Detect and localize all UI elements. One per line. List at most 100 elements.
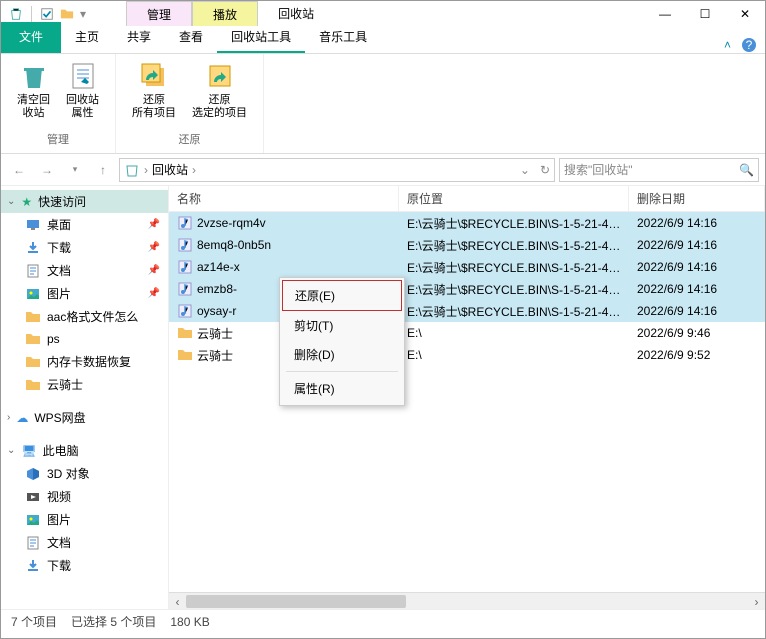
navigation-sidebar: ⌄ ★ 快速访问 桌面📌下载📌文档📌图片📌aac格式文件怎么ps内存卡数据恢复云… <box>1 186 169 609</box>
sidebar-item[interactable]: 图片📌 <box>1 282 168 305</box>
breadcrumb-sep[interactable]: › <box>192 163 196 177</box>
ribbon-label: 清空回收站 <box>17 94 50 120</box>
sidebar-label: 桌面 <box>47 216 71 233</box>
maximize-button[interactable]: ☐ <box>685 1 725 26</box>
qat-dropdown[interactable]: ▾ <box>80 7 86 21</box>
recycle-bin-icon <box>9 7 23 21</box>
file-row[interactable]: oysay-rE:\云骑士\$RECYCLE.BIN\S-1-5-21-42..… <box>169 300 765 322</box>
pc-icon: 🖥 <box>21 444 36 458</box>
scroll-left-button[interactable]: ‹ <box>169 593 186 610</box>
address-bar: ← → ▾ ↑ › 回收站 › ⌄ ↻ 搜索"回收站" 🔍 <box>1 154 765 186</box>
download-icon <box>25 240 41 256</box>
minimize-button[interactable]: — <box>645 1 685 26</box>
search-box[interactable]: 搜索"回收站" 🔍 <box>559 158 759 182</box>
file-row[interactable]: 8emq8-0nb5nE:\云骑士\$RECYCLE.BIN\S-1-5-21-… <box>169 234 765 256</box>
sidebar-quick-access[interactable]: ⌄ ★ 快速访问 <box>1 190 168 213</box>
menu-tab-0[interactable]: 主页 <box>61 22 113 53</box>
help-area: ˄ ? <box>724 37 757 53</box>
file-row[interactable]: emzb8-E:\云骑士\$RECYCLE.BIN\S-1-5-21-42...… <box>169 278 765 300</box>
sidebar-item[interactable]: 文档 <box>1 531 168 554</box>
sidebar-item[interactable]: ps <box>1 328 168 350</box>
menu-tab-2[interactable]: 查看 <box>165 22 217 53</box>
sidebar-label: 视频 <box>47 488 71 505</box>
file-row[interactable]: az14e-xE:\云骑士\$RECYCLE.BIN\S-1-5-21-42..… <box>169 256 765 278</box>
forward-button[interactable]: → <box>35 158 59 182</box>
context-menu-item[interactable]: 还原(E) <box>282 280 402 311</box>
sidebar-item[interactable]: 3D 对象 <box>1 462 168 485</box>
label: WPS网盘 <box>34 409 85 426</box>
ribbon-button[interactable]: 还原所有项目 <box>126 58 182 122</box>
file-name: oysay-r <box>197 304 236 318</box>
sidebar-item[interactable]: 桌面 📌 <box>1 213 168 236</box>
sidebar-item[interactable]: 内存卡数据恢复 <box>1 350 168 373</box>
ribbon-group: 清空回收站回收站属性管理 <box>1 54 116 153</box>
sidebar-item[interactable]: 视频 <box>1 485 168 508</box>
search-placeholder: 搜索"回收站" <box>564 161 739 178</box>
pin-icon: 📌 <box>148 242 160 253</box>
ribbon-button[interactable]: 回收站属性 <box>60 58 105 122</box>
menu-tab-1[interactable]: 共享 <box>113 22 165 53</box>
ribbon-label: 还原选定的项目 <box>192 94 247 120</box>
context-menu-item[interactable]: 属性(R) <box>282 374 402 403</box>
sidebar-label: 图片 <box>47 511 71 528</box>
scroll-thumb[interactable] <box>186 595 406 608</box>
video-icon <box>25 489 41 505</box>
recycle-bin-icon <box>124 162 140 178</box>
file-name: emzb8- <box>197 282 237 296</box>
scroll-right-button[interactable]: › <box>748 593 765 610</box>
sidebar-item[interactable]: 文档📌 <box>1 259 168 282</box>
help-icon[interactable]: ? <box>741 37 757 53</box>
column-name[interactable]: 名称 <box>169 186 399 211</box>
ribbon-button[interactable]: 还原选定的项目 <box>186 58 253 122</box>
cell-location: E:\云骑士\$RECYCLE.BIN\S-1-5-21-42... <box>399 215 629 232</box>
breadcrumb-sep[interactable]: › <box>144 163 148 177</box>
3d-icon <box>25 466 41 482</box>
pin-icon: 📌 <box>148 219 160 230</box>
cell-date: 2022/6/9 9:52 <box>629 348 765 362</box>
file-row[interactable]: 2vzse-rqm4vE:\云骑士\$RECYCLE.BIN\S-1-5-21-… <box>169 212 765 234</box>
column-date[interactable]: 删除日期 <box>629 186 765 211</box>
checkbox-icon[interactable] <box>40 7 54 21</box>
cell-location: E:\云骑士\$RECYCLE.BIN\S-1-5-21-42... <box>399 259 629 276</box>
ribbon-collapse-icon[interactable]: ˄ <box>724 38 731 52</box>
address-dropdown[interactable]: ⌄ <box>520 163 530 177</box>
pin-icon: 📌 <box>148 265 160 276</box>
sidebar-item[interactable]: 下载 📌 <box>1 236 168 259</box>
back-button[interactable]: ← <box>7 158 31 182</box>
sidebar-item[interactable]: 图片 <box>1 508 168 531</box>
folder-icon[interactable] <box>60 7 74 21</box>
status-size: 180 KB <box>170 615 209 629</box>
horizontal-scrollbar[interactable]: ‹ › <box>169 592 765 609</box>
cell-location: E:\云骑士\$RECYCLE.BIN\S-1-5-21-42... <box>399 237 629 254</box>
search-icon[interactable]: 🔍 <box>739 163 754 177</box>
file-list[interactable]: 2vzse-rqm4vE:\云骑士\$RECYCLE.BIN\S-1-5-21-… <box>169 212 765 592</box>
history-dropdown[interactable]: ▾ <box>63 158 87 182</box>
close-button[interactable]: ✕ <box>725 1 765 26</box>
file-name: 云骑士 <box>197 347 233 364</box>
sidebar-label: aac格式文件怎么 <box>47 308 138 325</box>
sidebar-item[interactable]: aac格式文件怎么 <box>1 305 168 328</box>
file-tab[interactable]: 文件 <box>1 22 61 53</box>
music-icon <box>177 259 193 275</box>
menu-tab-4[interactable]: 音乐工具 <box>305 22 381 53</box>
sidebar-item[interactable]: 下载 <box>1 554 168 577</box>
menu-tab-3[interactable]: 回收站工具 <box>217 22 305 53</box>
sidebar-this-pc[interactable]: ⌄ 🖥 此电脑 <box>1 439 168 462</box>
file-row[interactable]: 云骑士E:\2022/6/9 9:52 <box>169 344 765 366</box>
folder-icon <box>177 347 193 363</box>
sidebar-wps[interactable]: › ☁ WPS网盘 <box>1 406 168 429</box>
cell-date: 2022/6/9 14:16 <box>629 304 765 318</box>
file-row[interactable]: 云骑士E:\2022/6/9 9:46 <box>169 322 765 344</box>
ribbon-button[interactable]: 清空回收站 <box>11 58 56 122</box>
column-location[interactable]: 原位置 <box>399 186 629 211</box>
pin-icon: 📌 <box>148 288 160 299</box>
refresh-icon[interactable]: ↻ <box>540 163 550 177</box>
context-menu-item[interactable]: 删除(D) <box>282 340 402 369</box>
breadcrumb-segment[interactable]: 回收站 <box>152 161 188 178</box>
sidebar-label: 下载 <box>47 239 71 256</box>
context-menu-item[interactable]: 剪切(T) <box>282 311 402 340</box>
address-box[interactable]: › 回收站 › ⌄ ↻ <box>119 158 555 182</box>
ribbon-group-name: 管理 <box>45 129 71 149</box>
up-button[interactable]: ↑ <box>91 158 115 182</box>
sidebar-item[interactable]: 云骑士 <box>1 373 168 396</box>
